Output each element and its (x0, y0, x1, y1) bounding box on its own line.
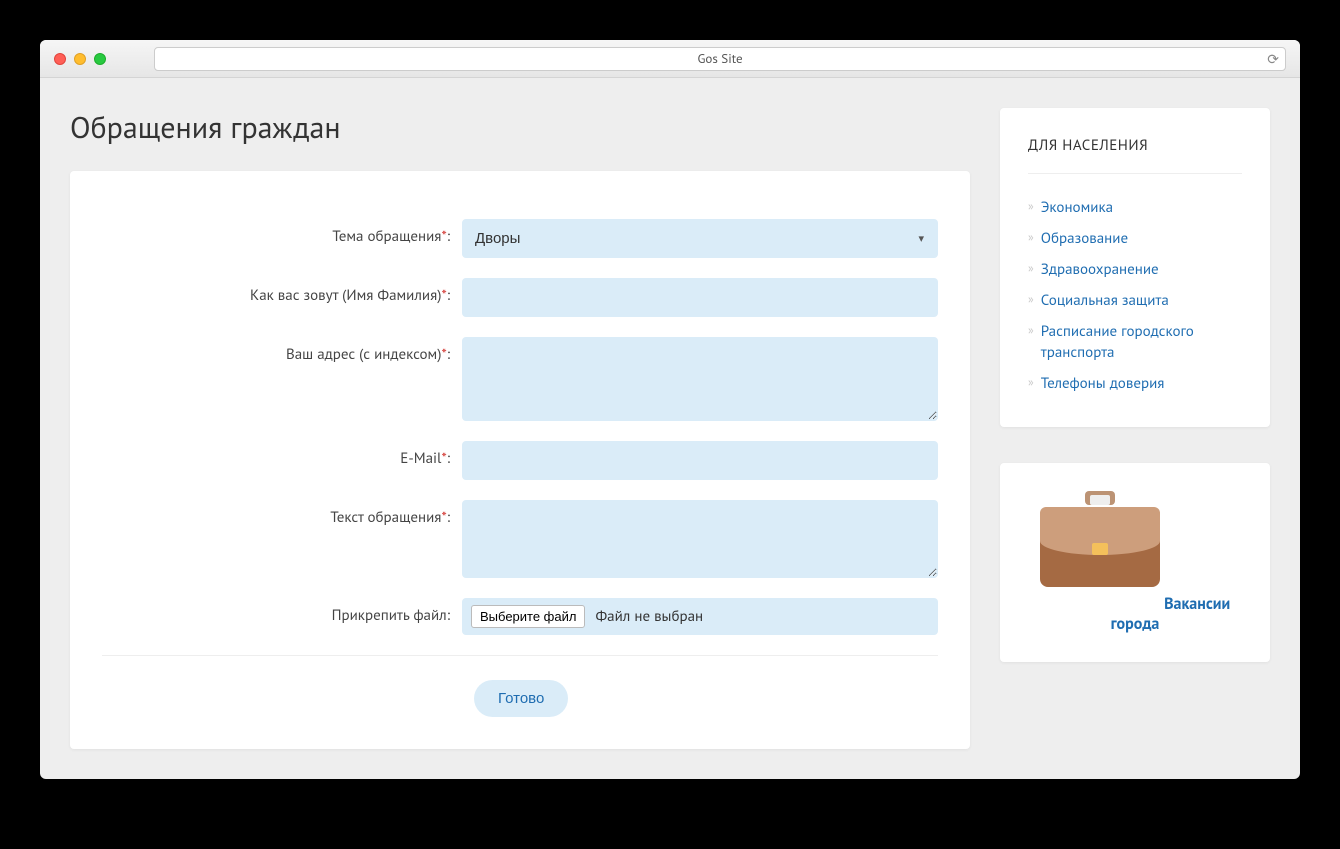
window-controls (54, 53, 106, 65)
zoom-window-button[interactable] (94, 53, 106, 65)
sidebar: ДЛЯ НАСЕЛЕНИЯ » Экономика » Образование … (1000, 108, 1270, 662)
row-name: Как вас зовут (Имя Фамилия)*: (102, 278, 938, 317)
vacancies-link[interactable]: Вакансии города (1111, 594, 1231, 634)
label-address: Ваш адрес (с индексом)*: (102, 337, 462, 364)
label-name: Как вас зовут (Имя Фамилия)*: (102, 278, 462, 305)
address-bar[interactable]: Gos Site ⟳ (154, 47, 1286, 71)
sidebar-item: » Телефоны доверия (1028, 368, 1242, 399)
no-file-chosen-text: Файл не выбран (595, 607, 703, 626)
email-input[interactable] (462, 441, 938, 480)
file-input-wrapper[interactable]: Выберите файл Файл не выбран (462, 598, 938, 635)
sidebar-item: » Экономика (1028, 192, 1242, 223)
page-heading: Обращения граждан (70, 108, 970, 147)
label-email: E-Mail*: (102, 441, 462, 468)
sidebar-title: ДЛЯ НАСЕЛЕНИЯ (1028, 136, 1242, 174)
reload-icon[interactable]: ⟳ (1267, 50, 1279, 68)
close-window-button[interactable] (54, 53, 66, 65)
double-chevron-right-icon: » (1028, 373, 1031, 393)
double-chevron-right-icon: » (1028, 321, 1031, 341)
sidebar-link-education[interactable]: Образование (1041, 228, 1128, 249)
form-separator (102, 655, 938, 656)
label-topic: Тема обращения*: (102, 219, 462, 246)
topic-select[interactable]: Дворы (462, 219, 938, 258)
sidebar-item: » Социальная защита (1028, 285, 1242, 316)
browser-window: Gos Site ⟳ Обращения граждан Тема обраще… (40, 40, 1300, 779)
sidebar-link-transport-schedule[interactable]: Расписание городского транспорта (1041, 321, 1242, 363)
double-chevron-right-icon: » (1028, 290, 1031, 310)
submit-button[interactable]: Готово (474, 680, 568, 717)
sidebar-link-list: » Экономика » Образование » Здравоохране… (1028, 192, 1242, 399)
page-title-in-addressbar: Gos Site (697, 50, 742, 67)
sidebar-item: » Образование (1028, 223, 1242, 254)
row-message: Текст обращения*: (102, 500, 938, 578)
submit-row: Готово (102, 680, 938, 717)
sidebar-item: » Расписание городского транспорта (1028, 316, 1242, 368)
main-column: Обращения граждан Тема обращения*: Дворы… (70, 108, 970, 749)
name-input[interactable] (462, 278, 938, 317)
row-file: Прикрепить файл: Выберите файл Файл не в… (102, 598, 938, 635)
message-textarea[interactable] (462, 500, 938, 578)
briefcase-icon (1040, 491, 1160, 591)
choose-file-button[interactable]: Выберите файл (471, 605, 585, 628)
row-topic: Тема обращения*: Дворы ▾ (102, 219, 938, 258)
double-chevron-right-icon: » (1028, 259, 1031, 279)
page-content: Обращения граждан Тема обращения*: Дворы… (40, 78, 1300, 779)
double-chevron-right-icon: » (1028, 228, 1031, 248)
population-card: ДЛЯ НАСЕЛЕНИЯ » Экономика » Образование … (1000, 108, 1270, 427)
row-address: Ваш адрес (с индексом)*: (102, 337, 938, 421)
sidebar-link-economy[interactable]: Экономика (1041, 197, 1113, 218)
browser-titlebar: Gos Site ⟳ (40, 40, 1300, 78)
label-message: Текст обращения*: (102, 500, 462, 527)
row-email: E-Mail*: (102, 441, 938, 480)
address-textarea[interactable] (462, 337, 938, 421)
double-chevron-right-icon: » (1028, 197, 1031, 217)
sidebar-item: » Здравоохранение (1028, 254, 1242, 285)
appeal-form-card: Тема обращения*: Дворы ▾ Как вас зовут (… (70, 171, 970, 749)
sidebar-link-social-protection[interactable]: Социальная защита (1041, 290, 1169, 311)
sidebar-link-healthcare[interactable]: Здравоохранение (1041, 259, 1159, 280)
label-file: Прикрепить файл: (102, 598, 462, 625)
minimize-window-button[interactable] (74, 53, 86, 65)
vacancies-card: Вакансии города (1000, 463, 1270, 662)
sidebar-link-trust-phones[interactable]: Телефоны доверия (1041, 373, 1165, 394)
